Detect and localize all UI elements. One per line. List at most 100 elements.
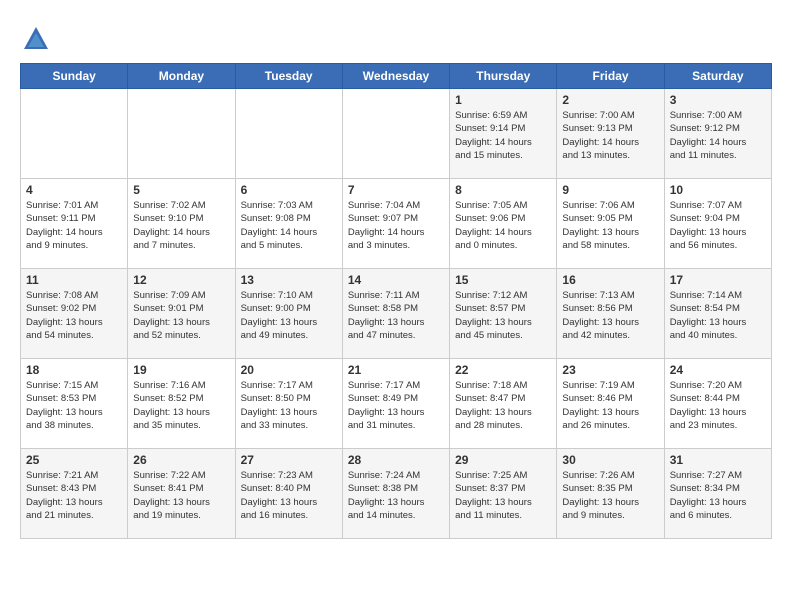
cell-content: Sunrise: 7:13 AM Sunset: 8:56 PM Dayligh… (562, 289, 658, 342)
cell-content: Sunrise: 7:20 AM Sunset: 8:44 PM Dayligh… (670, 379, 766, 432)
day-number: 31 (670, 453, 766, 467)
calendar-cell: 8Sunrise: 7:05 AM Sunset: 9:06 PM Daylig… (450, 179, 557, 269)
day-number: 5 (133, 183, 229, 197)
calendar-cell: 15 Sunrise: 7:12 AM Sunset: 8:57 PM Dayli… (450, 269, 557, 359)
calendar-cell: 16 Sunrise: 7:13 AM Sunset: 8:56 PM Dayli… (557, 269, 664, 359)
day-number: 26 (133, 453, 229, 467)
calendar-cell: 30 Sunrise: 7:26 AM Sunset: 8:35 PM Dayli… (557, 449, 664, 539)
day-number: 13 (241, 273, 337, 287)
cell-content: Sunrise: 7:23 AM Sunset: 8:40 PM Dayligh… (241, 469, 337, 522)
day-of-week-header: Monday (128, 64, 235, 89)
cell-content: Sunrise: 7:16 AM Sunset: 8:52 PM Dayligh… (133, 379, 229, 432)
cell-content: Sunrise: 7:01 AM Sunset: 9:11 PM Dayligh… (26, 199, 122, 252)
day-number: 17 (670, 273, 766, 287)
calendar-cell: 31 Sunrise: 7:27 AM Sunset: 8:34 PM Dayli… (664, 449, 771, 539)
day-number: 21 (348, 363, 444, 377)
calendar-cell (128, 89, 235, 179)
cell-content: Sunrise: 7:14 AM Sunset: 8:54 PM Dayligh… (670, 289, 766, 342)
cell-content: Sunrise: 7:00 AM Sunset: 9:12 PM Dayligh… (670, 109, 766, 162)
days-header-row: SundayMondayTuesdayWednesdayThursdayFrid… (21, 64, 772, 89)
calendar-week-row: 1 Sunrise: 6:59 AM Sunset: 9:14 PM Daylig… (21, 89, 772, 179)
calendar-cell: 5 Sunrise: 7:02 AM Sunset: 9:10 PM Daylig… (128, 179, 235, 269)
header (20, 20, 772, 53)
calendar-cell: 28 Sunrise: 7:24 AM Sunset: 8:38 PM Dayli… (342, 449, 449, 539)
day-number: 30 (562, 453, 658, 467)
day-number: 4 (26, 183, 122, 197)
day-number: 29 (455, 453, 551, 467)
calendar-cell: 12 Sunrise: 7:09 AM Sunset: 9:01 PM Dayli… (128, 269, 235, 359)
calendar-week-row: 25 Sunrise: 7:21 AM Sunset: 8:43 PM Dayli… (21, 449, 772, 539)
calendar-cell (342, 89, 449, 179)
day-number: 23 (562, 363, 658, 377)
day-number: 7 (348, 183, 444, 197)
cell-content: Sunrise: 7:02 AM Sunset: 9:10 PM Dayligh… (133, 199, 229, 252)
day-of-week-header: Saturday (664, 64, 771, 89)
calendar-cell: 1 Sunrise: 6:59 AM Sunset: 9:14 PM Daylig… (450, 89, 557, 179)
calendar-cell (21, 89, 128, 179)
day-number: 11 (26, 273, 122, 287)
calendar-table: SundayMondayTuesdayWednesdayThursdayFrid… (20, 63, 772, 539)
logo-icon (22, 25, 50, 53)
day-of-week-header: Friday (557, 64, 664, 89)
cell-content: Sunrise: 7:17 AM Sunset: 8:50 PM Dayligh… (241, 379, 337, 432)
calendar-cell: 21 Sunrise: 7:17 AM Sunset: 8:49 PM Dayli… (342, 359, 449, 449)
calendar-cell: 9 Sunrise: 7:06 AM Sunset: 9:05 PM Daylig… (557, 179, 664, 269)
calendar-cell: 4 Sunrise: 7:01 AM Sunset: 9:11 PM Daylig… (21, 179, 128, 269)
day-number: 19 (133, 363, 229, 377)
calendar-cell: 23Sunrise: 7:19 AM Sunset: 8:46 PM Dayli… (557, 359, 664, 449)
cell-content: Sunrise: 7:04 AM Sunset: 9:07 PM Dayligh… (348, 199, 444, 252)
cell-content: Sunrise: 7:17 AM Sunset: 8:49 PM Dayligh… (348, 379, 444, 432)
cell-content: Sunrise: 7:10 AM Sunset: 9:00 PM Dayligh… (241, 289, 337, 342)
calendar-cell: 14Sunrise: 7:11 AM Sunset: 8:58 PM Dayli… (342, 269, 449, 359)
day-number: 9 (562, 183, 658, 197)
day-number: 3 (670, 93, 766, 107)
calendar-cell: 20Sunrise: 7:17 AM Sunset: 8:50 PM Dayli… (235, 359, 342, 449)
calendar-cell: 24Sunrise: 7:20 AM Sunset: 8:44 PM Dayli… (664, 359, 771, 449)
day-number: 2 (562, 93, 658, 107)
calendar-week-row: 4 Sunrise: 7:01 AM Sunset: 9:11 PM Daylig… (21, 179, 772, 269)
day-number: 12 (133, 273, 229, 287)
calendar-cell: 27 Sunrise: 7:23 AM Sunset: 8:40 PM Dayli… (235, 449, 342, 539)
cell-content: Sunrise: 7:27 AM Sunset: 8:34 PM Dayligh… (670, 469, 766, 522)
cell-content: Sunrise: 7:09 AM Sunset: 9:01 PM Dayligh… (133, 289, 229, 342)
cell-content: Sunrise: 7:11 AM Sunset: 8:58 PM Dayligh… (348, 289, 444, 342)
calendar-cell: 18 Sunrise: 7:15 AM Sunset: 8:53 PM Dayli… (21, 359, 128, 449)
day-of-week-header: Tuesday (235, 64, 342, 89)
cell-content: Sunrise: 7:06 AM Sunset: 9:05 PM Dayligh… (562, 199, 658, 252)
cell-content: Sunrise: 7:18 AM Sunset: 8:47 PM Dayligh… (455, 379, 551, 432)
calendar-cell: 26 Sunrise: 7:22 AM Sunset: 8:41 PM Dayli… (128, 449, 235, 539)
cell-content: Sunrise: 7:08 AM Sunset: 9:02 PM Dayligh… (26, 289, 122, 342)
day-number: 25 (26, 453, 122, 467)
day-number: 18 (26, 363, 122, 377)
calendar-cell (235, 89, 342, 179)
cell-content: Sunrise: 7:25 AM Sunset: 8:37 PM Dayligh… (455, 469, 551, 522)
cell-content: Sunrise: 7:26 AM Sunset: 8:35 PM Dayligh… (562, 469, 658, 522)
day-number: 10 (670, 183, 766, 197)
cell-content: Sunrise: 7:22 AM Sunset: 8:41 PM Dayligh… (133, 469, 229, 522)
day-number: 28 (348, 453, 444, 467)
calendar-week-row: 18 Sunrise: 7:15 AM Sunset: 8:53 PM Dayli… (21, 359, 772, 449)
calendar-cell: 6Sunrise: 7:03 AM Sunset: 9:08 PM Daylig… (235, 179, 342, 269)
cell-content: Sunrise: 7:24 AM Sunset: 8:38 PM Dayligh… (348, 469, 444, 522)
calendar-cell: 19 Sunrise: 7:16 AM Sunset: 8:52 PM Dayli… (128, 359, 235, 449)
day-of-week-header: Thursday (450, 64, 557, 89)
day-number: 16 (562, 273, 658, 287)
day-number: 1 (455, 93, 551, 107)
calendar-cell: 2Sunrise: 7:00 AM Sunset: 9:13 PM Daylig… (557, 89, 664, 179)
calendar-cell: 11 Sunrise: 7:08 AM Sunset: 9:02 PM Dayli… (21, 269, 128, 359)
cell-content: Sunrise: 6:59 AM Sunset: 9:14 PM Dayligh… (455, 109, 551, 162)
day-number: 15 (455, 273, 551, 287)
calendar-cell: 29 Sunrise: 7:25 AM Sunset: 8:37 PM Dayli… (450, 449, 557, 539)
calendar-cell: 7 Sunrise: 7:04 AM Sunset: 9:07 PM Daylig… (342, 179, 449, 269)
logo (20, 25, 54, 53)
cell-content: Sunrise: 7:15 AM Sunset: 8:53 PM Dayligh… (26, 379, 122, 432)
calendar-cell: 10Sunrise: 7:07 AM Sunset: 9:04 PM Dayli… (664, 179, 771, 269)
day-number: 8 (455, 183, 551, 197)
calendar-cell: 25 Sunrise: 7:21 AM Sunset: 8:43 PM Dayli… (21, 449, 128, 539)
calendar-cell: 17 Sunrise: 7:14 AM Sunset: 8:54 PM Dayli… (664, 269, 771, 359)
day-number: 27 (241, 453, 337, 467)
cell-content: Sunrise: 7:21 AM Sunset: 8:43 PM Dayligh… (26, 469, 122, 522)
cell-content: Sunrise: 7:12 AM Sunset: 8:57 PM Dayligh… (455, 289, 551, 342)
day-number: 6 (241, 183, 337, 197)
calendar-cell: 13 Sunrise: 7:10 AM Sunset: 9:00 PM Dayli… (235, 269, 342, 359)
